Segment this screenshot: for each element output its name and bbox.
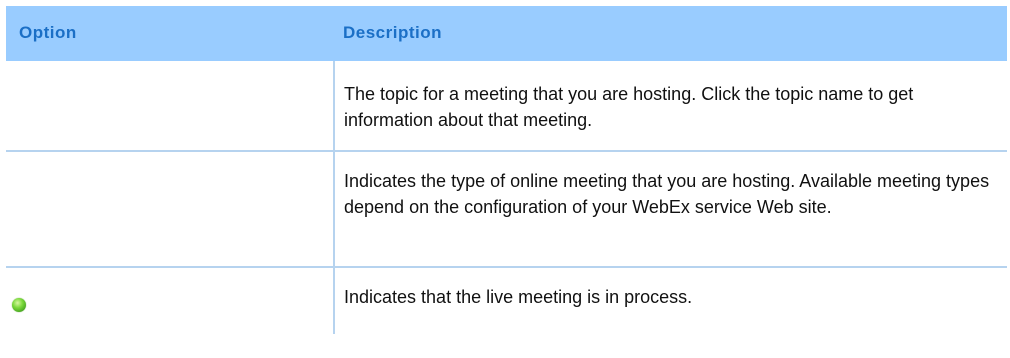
description-cell: The topic for a meeting that you are hos… [344,84,914,130]
column-divider [333,152,335,266]
option-column-header: Option [19,23,77,42]
table-row: Indicates the type of online meeting tha… [6,152,1007,268]
description-column-header: Description [343,23,443,42]
description-cell: Indicates the type of online meeting tha… [344,171,990,217]
description-cell: Indicates that the live meeting is in pr… [344,287,693,307]
live-meeting-status-icon [12,298,26,312]
table-header: Option Description [6,6,1007,61]
table-row: The topic for a meeting that you are hos… [6,61,1007,152]
options-table: Option Description The topic for a meeti… [6,6,1007,334]
column-divider [333,61,335,150]
table-row: Indicates that the live meeting is in pr… [6,268,1007,334]
column-divider [333,268,335,334]
